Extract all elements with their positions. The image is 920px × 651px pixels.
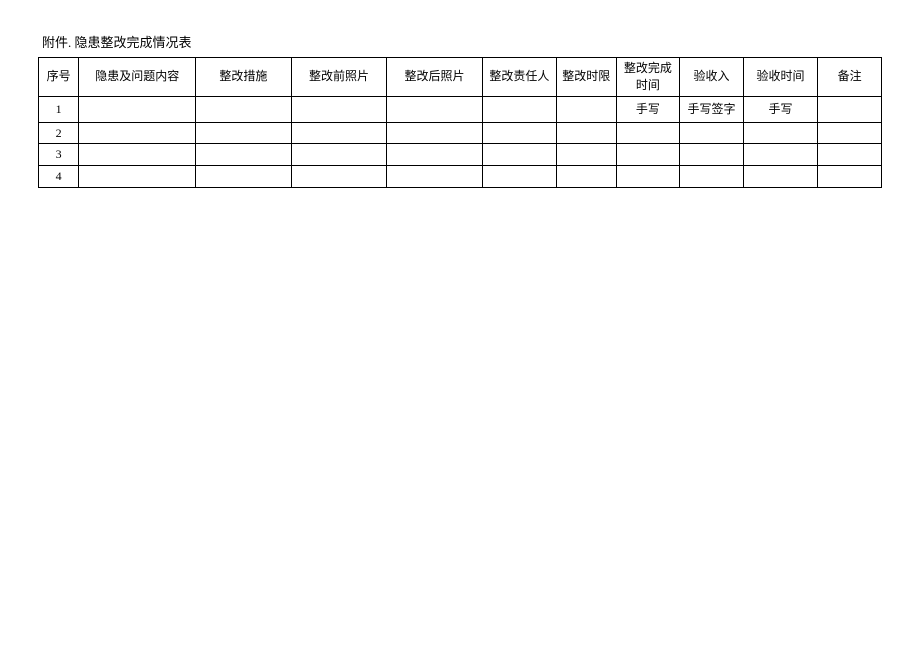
cell-photo-after: [387, 122, 483, 144]
col-issue: 隐患及问题内容: [79, 58, 196, 97]
col-seq: 序号: [39, 58, 79, 97]
cell-complete-time: 手写: [616, 96, 680, 122]
col-time-limit: 整改时限: [557, 58, 616, 97]
cell-responsible: [482, 144, 556, 166]
cell-photo-after: [387, 166, 483, 188]
cell-seq: 2: [39, 122, 79, 144]
col-accept-by: 验收入: [680, 58, 744, 97]
cell-accept-time: [743, 166, 817, 188]
cell-remark: [818, 96, 882, 122]
cell-measure: [196, 122, 292, 144]
table-header-row: 序号 隐患及问题内容 整改措施 整改前照片 整改后照片 整改责任人 整改时限 整…: [39, 58, 882, 97]
cell-accept-by: [680, 166, 744, 188]
cell-issue: [79, 166, 196, 188]
col-measure: 整改措施: [196, 58, 292, 97]
cell-photo-before: [291, 166, 387, 188]
cell-responsible: [482, 166, 556, 188]
table-row: 2: [39, 122, 882, 144]
cell-issue: [79, 144, 196, 166]
col-responsible: 整改责任人: [482, 58, 556, 97]
cell-complete-time: [616, 144, 680, 166]
cell-complete-time: [616, 122, 680, 144]
document-title: 附件. 隐患整改完成情况表: [38, 32, 882, 51]
col-photo-after: 整改后照片: [387, 58, 483, 97]
cell-measure: [196, 144, 292, 166]
col-remark: 备注: [818, 58, 882, 97]
cell-accept-time: 手写: [743, 96, 817, 122]
rectification-table: 序号 隐患及问题内容 整改措施 整改前照片 整改后照片 整改责任人 整改时限 整…: [38, 57, 882, 188]
cell-seq: 3: [39, 144, 79, 166]
cell-photo-before: [291, 96, 387, 122]
table-row: 4: [39, 166, 882, 188]
cell-remark: [818, 166, 882, 188]
cell-accept-by: [680, 144, 744, 166]
cell-remark: [818, 144, 882, 166]
cell-seq: 1: [39, 96, 79, 122]
col-complete-time: 整改完成时间: [616, 58, 680, 97]
cell-photo-after: [387, 96, 483, 122]
cell-time-limit: [557, 166, 616, 188]
table-row: 3: [39, 144, 882, 166]
cell-measure: [196, 96, 292, 122]
table-row: 1 手写 手写签字 手写: [39, 96, 882, 122]
cell-photo-after: [387, 144, 483, 166]
cell-complete-time: [616, 166, 680, 188]
cell-time-limit: [557, 96, 616, 122]
cell-photo-before: [291, 144, 387, 166]
cell-responsible: [482, 122, 556, 144]
cell-time-limit: [557, 144, 616, 166]
cell-time-limit: [557, 122, 616, 144]
col-accept-time: 验收时间: [743, 58, 817, 97]
cell-issue: [79, 122, 196, 144]
cell-accept-time: [743, 122, 817, 144]
cell-measure: [196, 166, 292, 188]
cell-remark: [818, 122, 882, 144]
cell-seq: 4: [39, 166, 79, 188]
cell-issue: [79, 96, 196, 122]
cell-accept-time: [743, 144, 817, 166]
cell-accept-by: [680, 122, 744, 144]
col-photo-before: 整改前照片: [291, 58, 387, 97]
cell-responsible: [482, 96, 556, 122]
cell-photo-before: [291, 122, 387, 144]
cell-accept-by: 手写签字: [680, 96, 744, 122]
